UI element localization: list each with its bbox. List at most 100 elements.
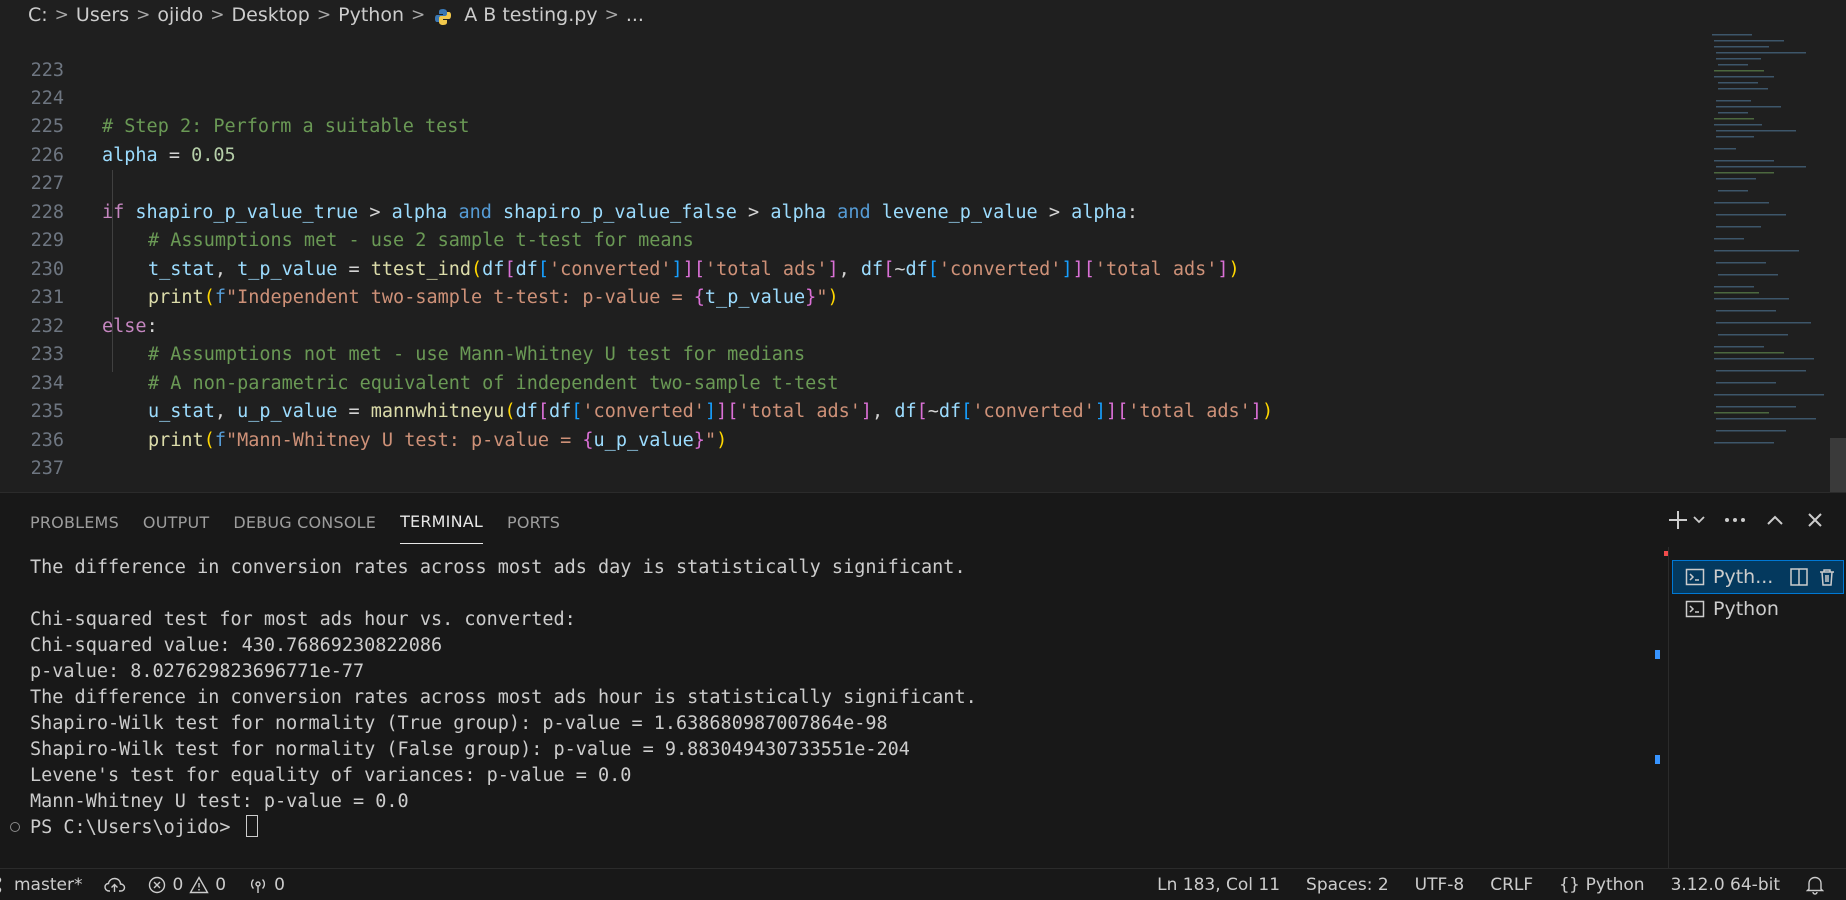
editor-scrollbar[interactable] bbox=[1830, 30, 1846, 492]
scroll-marker bbox=[1655, 650, 1660, 659]
breadcrumb: C: > Users > ojido > Desktop > Python > … bbox=[0, 0, 1846, 30]
command-decoration-icon[interactable] bbox=[10, 822, 20, 832]
terminal-cursor bbox=[245, 815, 258, 837]
plus-icon bbox=[1669, 511, 1705, 529]
tab-output[interactable]: OUTPUT bbox=[143, 497, 209, 544]
code-line: 223 bbox=[0, 30, 1700, 81]
code-line: 236 bbox=[0, 398, 1700, 451]
breadcrumb-item-symbols[interactable]: ... bbox=[622, 4, 648, 26]
chevron-up-icon bbox=[1767, 515, 1783, 525]
terminal-list-item-active[interactable]: Pyth... bbox=[1672, 560, 1844, 594]
cloud-upload-icon bbox=[104, 877, 126, 892]
terminal-prompt-line: PS C:\Users\ojido> bbox=[30, 815, 1668, 841]
breadcrumb-item-desktop[interactable]: Desktop bbox=[228, 4, 314, 26]
chevron-right-icon: > bbox=[411, 5, 426, 25]
tab-ports[interactable]: PORTS bbox=[507, 497, 560, 544]
maximize-panel-button[interactable] bbox=[1762, 507, 1788, 533]
code-line: 227 if shapiro_p_value_true > alpha and … bbox=[0, 142, 1700, 223]
eol-setting[interactable]: CRLF bbox=[1490, 875, 1533, 895]
code-line: 237 bbox=[0, 427, 1700, 479]
terminal-line: Shapiro-Wilk test for normality (True gr… bbox=[30, 713, 888, 734]
terminal-line: Chi-squared test for most ads hour vs. c… bbox=[30, 609, 576, 630]
terminal-list-label: Pyth... bbox=[1713, 566, 1774, 588]
chevron-right-icon: > bbox=[604, 5, 619, 25]
trash-icon[interactable] bbox=[1817, 567, 1837, 587]
tab-problems[interactable]: PROBLEMS bbox=[30, 497, 119, 544]
code-line: 226 bbox=[0, 113, 1700, 166]
minimap[interactable] bbox=[1712, 30, 1830, 470]
code-line: 231 else: bbox=[0, 256, 1700, 337]
terminal-item-actions bbox=[1789, 567, 1837, 587]
language-mode[interactable]: {} Python bbox=[1559, 875, 1644, 895]
code-line: 235 print(f"Mann-Whitney U test: p-value… bbox=[0, 370, 1700, 451]
chevron-right-icon: > bbox=[136, 5, 151, 25]
tab-terminal[interactable]: TERMINAL bbox=[400, 496, 484, 544]
terminal-output[interactable]: The difference in conversion rates acros… bbox=[0, 547, 1668, 869]
tab-debug-console[interactable]: DEBUG CONSOLE bbox=[233, 497, 376, 544]
problems-status[interactable]: 0 0 bbox=[148, 875, 226, 895]
branch-status[interactable]: master* bbox=[0, 875, 82, 895]
terminal-icon bbox=[1685, 600, 1705, 618]
code-line: 232 # Assumptions not met - use Mann-Whi… bbox=[0, 284, 1700, 366]
indentation-setting[interactable]: Spaces: 2 bbox=[1306, 875, 1389, 895]
git-branch-icon bbox=[0, 877, 2, 892]
terminal-line: The difference in conversion rates acros… bbox=[30, 687, 977, 708]
terminal-prompt: PS C:\Users\ojido> bbox=[30, 817, 242, 838]
terminal-list: Pyth... Python bbox=[1668, 547, 1846, 869]
python-interpreter[interactable]: 3.12.0 64-bit bbox=[1671, 875, 1780, 895]
language-label: Python bbox=[1585, 874, 1645, 895]
error-icon bbox=[149, 876, 166, 893]
terminal-list-item[interactable]: Python bbox=[1673, 593, 1843, 625]
chevron-right-icon: > bbox=[210, 5, 225, 25]
code-line: 224 # Step 2: Perform a suitable test bbox=[0, 56, 1700, 138]
editor-scrollbar-thumb[interactable] bbox=[1830, 438, 1846, 492]
broadcast-icon bbox=[251, 878, 266, 893]
breadcrumb-item-users[interactable]: Users bbox=[72, 4, 133, 26]
python-file-icon bbox=[435, 9, 452, 25]
code-line: 230 print(f"Independent two-sample t-tes… bbox=[0, 227, 1700, 309]
new-terminal-button[interactable] bbox=[1668, 507, 1708, 533]
terminal-list-label: Python bbox=[1713, 598, 1779, 620]
ports-count: 0 bbox=[274, 874, 285, 895]
panel-tabs: PROBLEMS OUTPUT DEBUG CONSOLE TERMINAL P… bbox=[18, 493, 572, 547]
terminal-line: p-value: 8.027629823696771e-77 bbox=[30, 661, 365, 682]
breadcrumb-item-file[interactable]: A B testing.py bbox=[460, 4, 601, 26]
code-line: 228 # Assumptions met - use 2 sample t-t… bbox=[0, 170, 1700, 252]
cursor-position[interactable]: Ln 183, Col 11 bbox=[1157, 875, 1280, 895]
warning-icon bbox=[189, 875, 209, 893]
code-editor[interactable]: 223 224 # Step 2: Perform a suitable tes… bbox=[0, 30, 1846, 492]
terminal-line: The difference in conversion rates acros… bbox=[30, 557, 966, 578]
close-panel-button[interactable] bbox=[1802, 507, 1828, 533]
breadcrumb-item-ojido[interactable]: ojido bbox=[153, 4, 207, 26]
terminal-line: Shapiro-Wilk test for normality (False g… bbox=[30, 739, 910, 760]
line-number: 237 bbox=[30, 458, 64, 479]
terminal-line: Chi-squared value: 430.76869230822086 bbox=[30, 635, 443, 656]
more-actions-button[interactable] bbox=[1722, 507, 1748, 533]
status-bar: master* 0 0 0 Ln 183, Col 11 Spaces: 2 U… bbox=[0, 868, 1846, 900]
breadcrumb-item-python[interactable]: Python bbox=[334, 4, 408, 26]
terminal-line: Levene's test for equality of variances:… bbox=[30, 765, 632, 786]
ports-status[interactable]: 0 bbox=[248, 875, 285, 895]
code-line: 225 alpha = 0.05 bbox=[0, 85, 1700, 166]
error-count: 0 bbox=[172, 874, 184, 895]
scroll-marker bbox=[1655, 755, 1660, 764]
code-line: 229 t_stat, t_p_value = ttest_ind(df[df[… bbox=[0, 199, 1700, 280]
sync-button[interactable] bbox=[104, 877, 126, 893]
terminal-icon bbox=[1685, 568, 1705, 586]
chevron-right-icon: > bbox=[316, 5, 332, 25]
split-terminal-icon[interactable] bbox=[1789, 567, 1809, 587]
branch-name: master* bbox=[14, 874, 83, 895]
chevron-right-icon: > bbox=[54, 5, 69, 25]
notifications-button[interactable] bbox=[1806, 875, 1824, 895]
braces-icon: {} bbox=[1559, 874, 1580, 895]
close-icon bbox=[1808, 513, 1822, 527]
terminal-line: Mann-Whitney U test: p-value = 0.0 bbox=[30, 791, 409, 812]
ellipsis-icon bbox=[1725, 518, 1745, 522]
code-line: 234 u_stat, u_p_value = mannwhitneyu(df[… bbox=[0, 341, 1700, 423]
panel-actions bbox=[1668, 507, 1828, 533]
encoding-setting[interactable]: UTF-8 bbox=[1415, 875, 1465, 895]
breadcrumb-item-drive[interactable]: C: bbox=[24, 4, 52, 26]
bell-icon bbox=[1806, 876, 1824, 895]
bottom-panel: PROBLEMS OUTPUT DEBUG CONSOLE TERMINAL P… bbox=[0, 492, 1846, 869]
